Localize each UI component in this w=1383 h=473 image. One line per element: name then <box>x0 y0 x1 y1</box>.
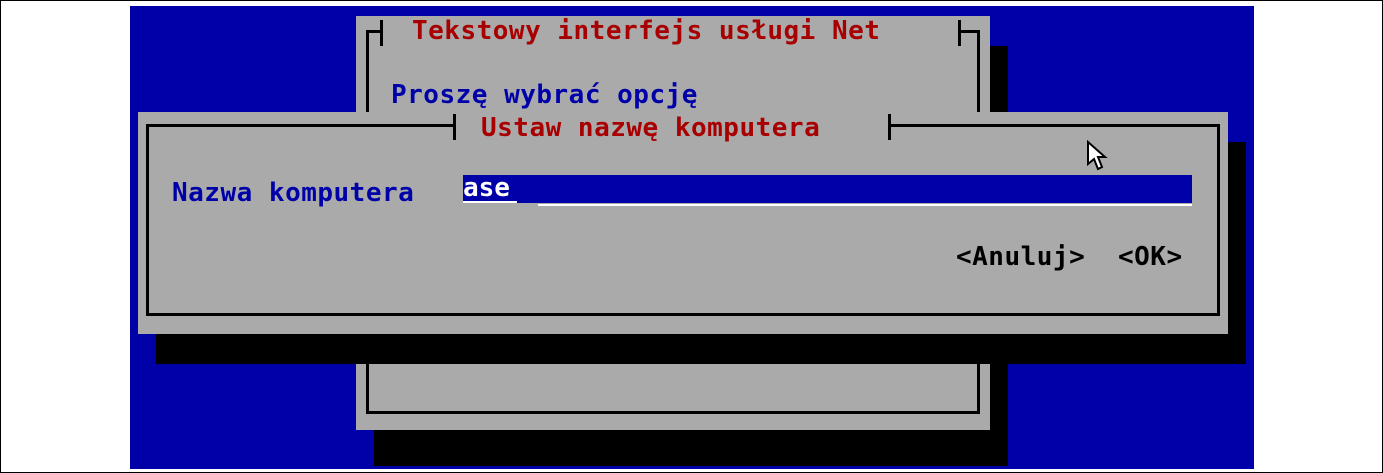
hostname-dialog-border-top-left <box>146 124 454 127</box>
hostname-dialog-border-right <box>1217 124 1220 316</box>
hostname-input-underline <box>538 204 1192 206</box>
background-dialog-border-top-left <box>366 30 380 33</box>
hostname-input[interactable]: ase <box>463 173 1192 203</box>
background-title-bracket-right <box>958 20 961 46</box>
hostname-input-value-underline <box>463 201 517 203</box>
cancel-button[interactable]: <Anuluj> <box>956 242 1085 272</box>
background-dialog-border-top-right <box>960 30 980 33</box>
mouse-pointer-icon <box>1087 140 1108 171</box>
hostname-input-value: ase <box>463 173 510 203</box>
background-dialog-title: Tekstowy interfejs usługi Net <box>412 16 881 46</box>
hostname-dialog-border-left <box>146 124 149 316</box>
background-dialog-border-bottom <box>366 411 980 414</box>
hostname-dialog-title: Ustaw nazwę komputera <box>481 113 821 143</box>
background-dialog-prompt: Proszę wybrać opcję <box>391 80 698 110</box>
hostname-dialog-border-bottom <box>146 313 1220 316</box>
hostname-title-bracket-right <box>888 114 891 140</box>
terminal-screen: Tekstowy interfejs usługi Net Proszę wyb… <box>130 6 1254 469</box>
hostname-dialog <box>138 112 1228 334</box>
hostname-field-label: Nazwa komputera <box>172 178 415 208</box>
background-title-bracket-left <box>380 20 383 46</box>
hostname-dialog-border-top-right <box>890 124 1220 127</box>
ok-button[interactable]: <OK> <box>1118 242 1183 272</box>
hostname-title-bracket-left <box>453 114 456 140</box>
